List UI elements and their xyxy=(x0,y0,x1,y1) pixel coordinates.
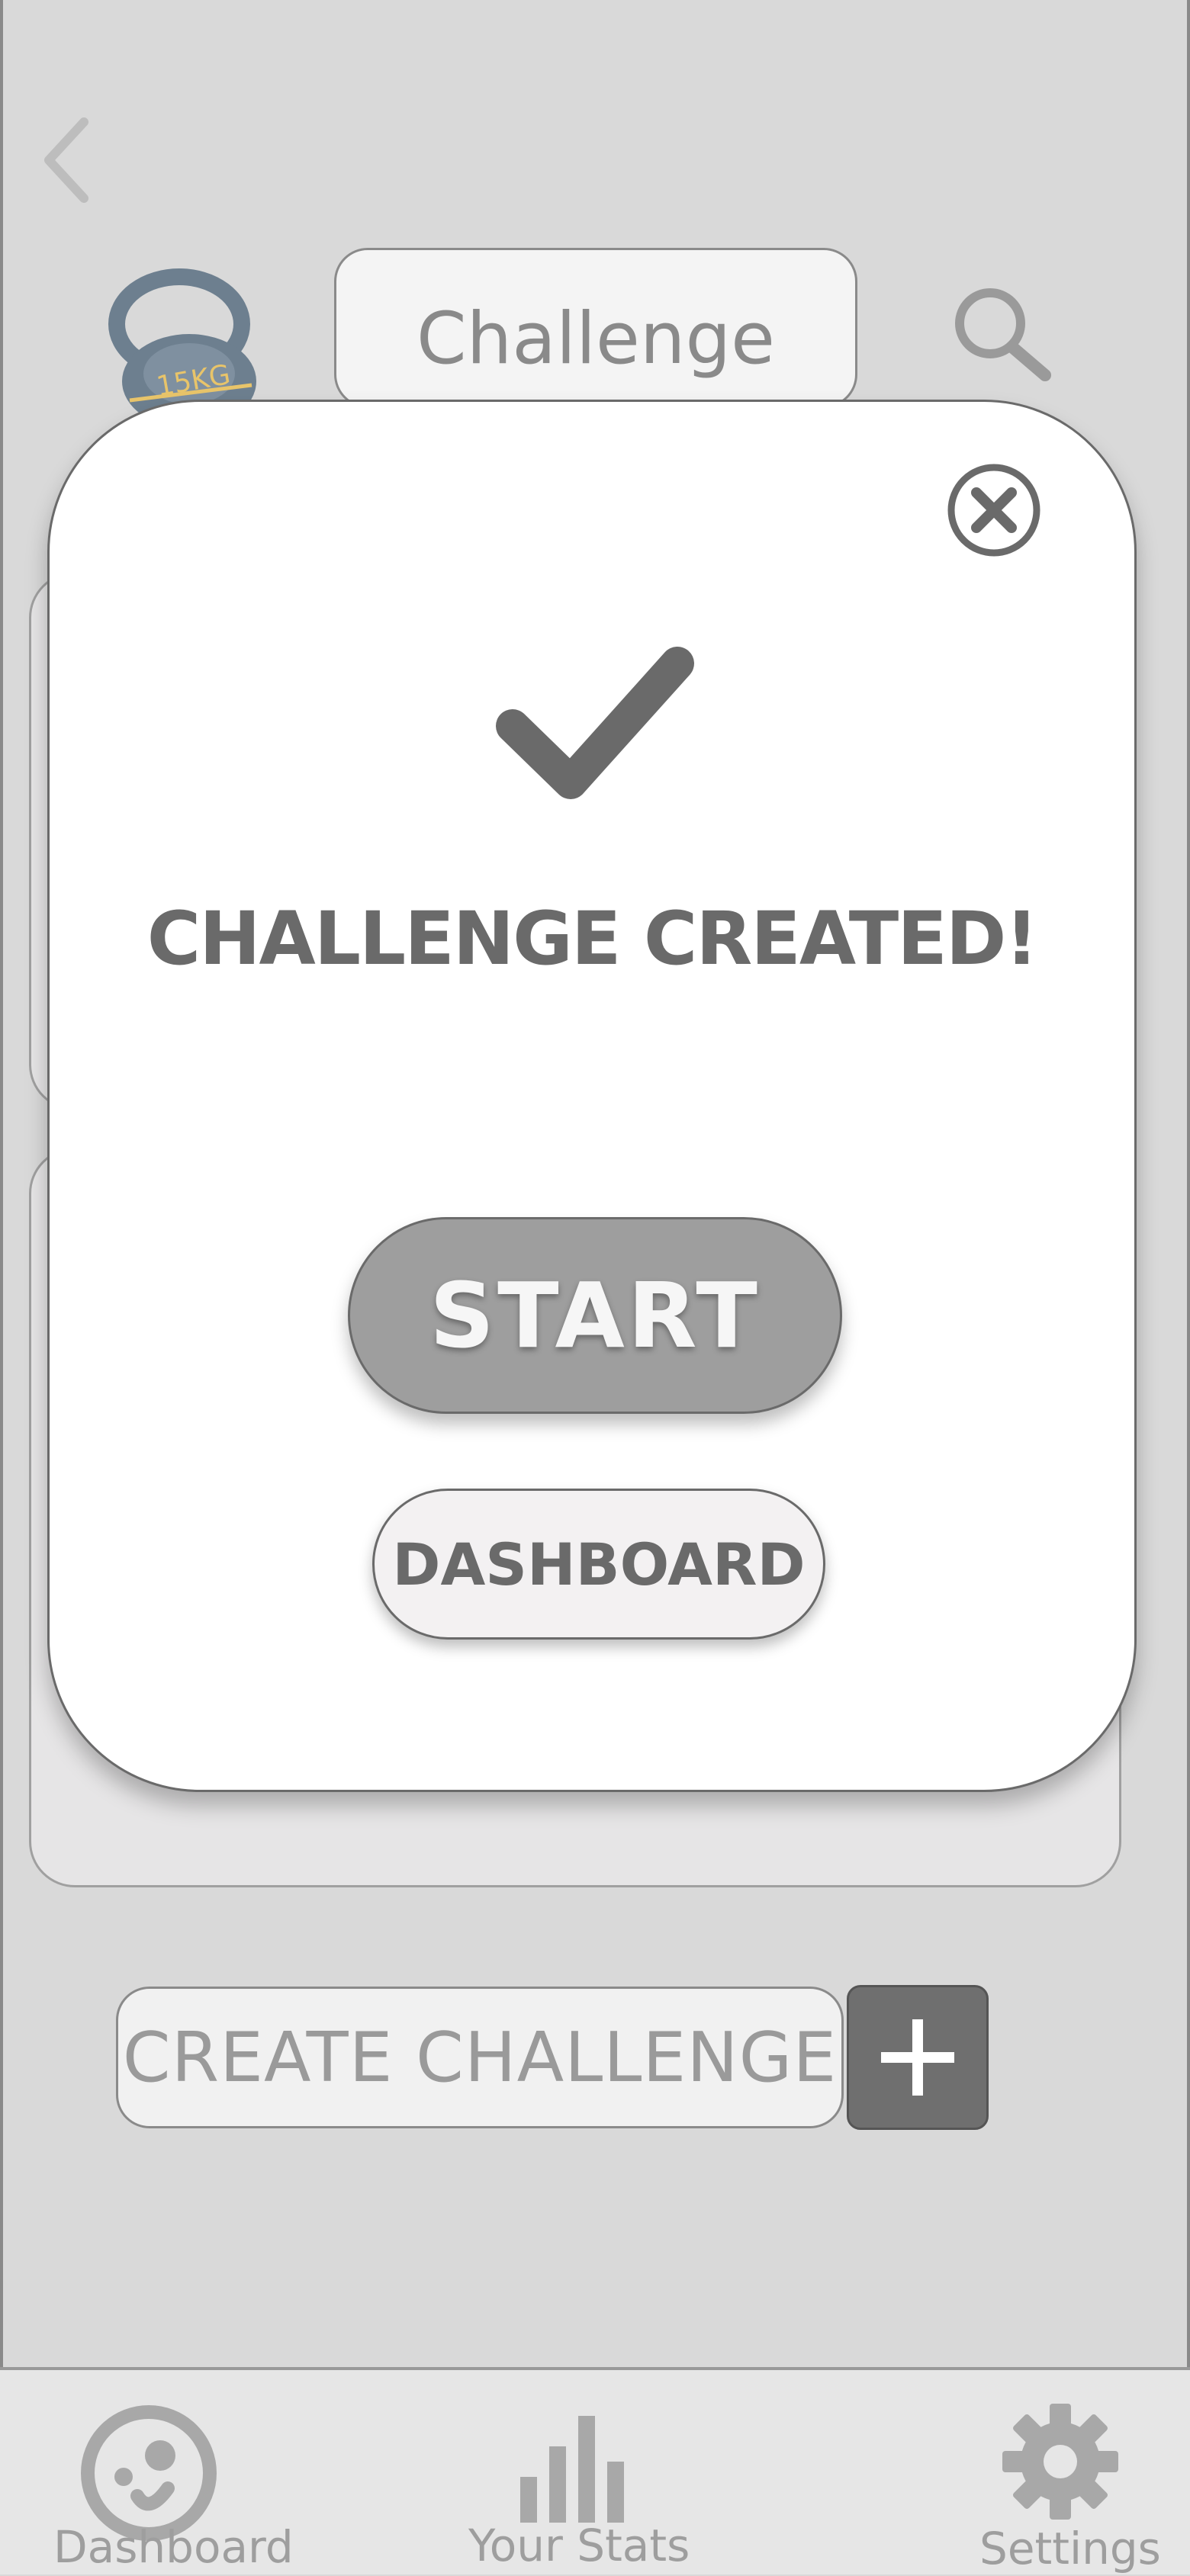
checkmark-icon xyxy=(488,641,702,808)
page-title-box: Challenge xyxy=(334,248,857,408)
create-challenge-button[interactable]: CREATE CHALLENGE xyxy=(116,1987,844,2128)
gear-icon xyxy=(1002,2404,1118,2520)
chevron-left-icon xyxy=(44,117,88,203)
dashboard-button-label: DASHBOARD xyxy=(392,1530,806,1598)
search-icon xyxy=(955,288,1051,381)
nav-item-dashboard[interactable]: Dashboard xyxy=(46,2393,294,2576)
dashboard-button[interactable]: DASHBOARD xyxy=(372,1489,825,1640)
search-button[interactable] xyxy=(946,282,1060,397)
close-circle-icon xyxy=(947,464,1040,557)
add-challenge-button[interactable] xyxy=(847,1985,989,2130)
bar-chart-icon xyxy=(520,2416,624,2523)
start-button-label: START xyxy=(429,1263,761,1368)
nav-item-settings[interactable]: Settings xyxy=(969,2393,1182,2576)
nav-label-dashboard: Dashboard xyxy=(53,2521,294,2573)
nav-label-your-stats: Your Stats xyxy=(468,2520,690,2571)
modal-close-button[interactable] xyxy=(946,462,1042,558)
nav-label-settings: Settings xyxy=(979,2523,1161,2574)
nav-item-your-stats[interactable]: Your Stats xyxy=(465,2393,694,2576)
back-button[interactable] xyxy=(40,114,93,206)
create-challenge-label: CREATE CHALLENGE xyxy=(122,2017,838,2098)
page-title: Challenge xyxy=(416,297,775,381)
plus-icon xyxy=(881,2019,954,2096)
bottom-navigation: Dashboard Your Stats Settings xyxy=(0,2367,1190,2574)
modal-title: CHALLENGE CREATED! xyxy=(146,896,1038,981)
right-frame-edge xyxy=(1187,0,1190,2574)
start-button[interactable]: START xyxy=(348,1217,842,1414)
left-frame-edge xyxy=(0,0,3,2574)
